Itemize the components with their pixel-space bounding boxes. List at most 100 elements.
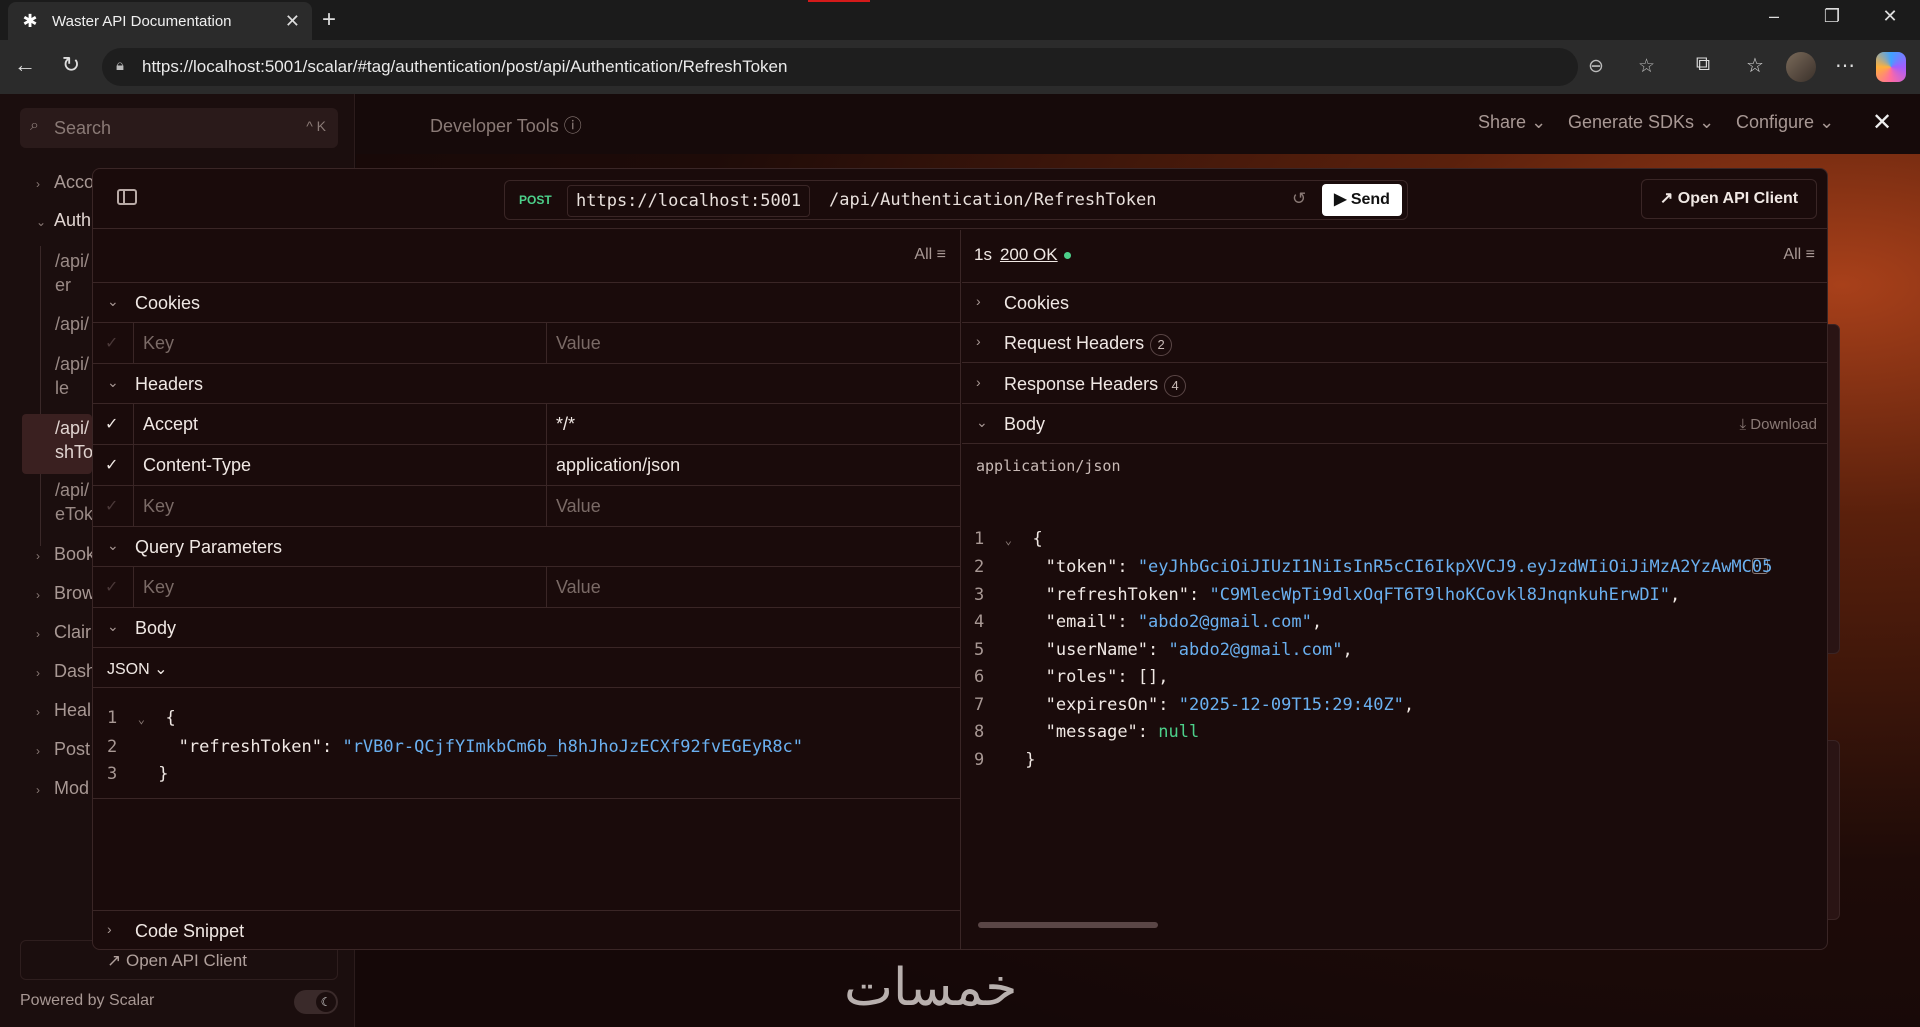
sidebar-item-authentication[interactable]: ⌄ Auth (36, 210, 91, 231)
header-row-empty: ✓ Key Value (93, 486, 961, 527)
generate-sdks-menu[interactable]: Generate SDKs ⌄ (1568, 112, 1714, 133)
value-input[interactable]: Value (556, 333, 601, 354)
cookies-section[interactable]: ⌄ Cookies (93, 283, 960, 323)
history-icon[interactable]: ↺ (1292, 189, 1306, 209)
query-parameters-section[interactable]: ⌄ Query Parameters (93, 527, 960, 567)
search-shortcut: ^ K (306, 118, 326, 134)
fold-icon[interactable]: ⌄ (1005, 533, 1012, 547)
check-icon[interactable]: ✓ (105, 414, 118, 434)
sidebar-item-claim[interactable]: › Clair (36, 622, 91, 643)
sidebar-item-mod[interactable]: › Mod (36, 778, 89, 799)
chevron-right-icon: › (36, 666, 40, 680)
download-button[interactable]: ⤓ Download (1739, 416, 1817, 433)
header-key[interactable]: Accept (143, 414, 198, 435)
share-menu[interactable]: Share ⌄ (1478, 112, 1546, 133)
response-status-bar: 1s 200 OK All ≡ (962, 230, 1827, 283)
favorite-star-icon[interactable]: ☆ (1638, 55, 1655, 78)
server-selector[interactable]: https://localhost:5001 (567, 185, 811, 217)
key-input[interactable]: Key (143, 333, 174, 354)
sidebar-endpoint-3[interactable]: /api/le (55, 352, 89, 400)
header-key[interactable]: Content-Type (143, 455, 251, 476)
sidebar-toggle-icon[interactable] (117, 189, 137, 205)
body-format-bar: JSON ⌄ (93, 648, 960, 688)
request-body-editor[interactable]: 1 ⌄ {2 "refreshToken": "rVB0r-QCjfYImkbC… (107, 705, 803, 789)
open-api-client-button[interactable]: ↗ Open API Client (1641, 179, 1817, 219)
http-method[interactable]: POST (519, 193, 552, 207)
sidebar-item-browse[interactable]: › Brow (36, 583, 95, 604)
reload-icon[interactable]: ↻ (56, 52, 86, 78)
browser-tab-bar: ✱ Waster API Documentation ✕ + – ❐ ✕ (0, 0, 1920, 40)
response-body-section[interactable]: ⌄ Body ⤓ Download (962, 404, 1827, 444)
request-address-bar: POST https://localhost:5001 /api/Authent… (504, 180, 1408, 220)
status-dot (1063, 252, 1071, 260)
chevron-right-icon: › (36, 783, 40, 797)
theme-toggle[interactable]: ☾ (294, 990, 338, 1014)
tab-title: Waster API Documentation (52, 12, 232, 30)
chevron-right-icon: › (107, 921, 112, 937)
response-body-viewer[interactable]: 1 ⌄ {2 "token": "eyJhbGciOiJIUzI1NiIsInR… (962, 498, 1827, 918)
request-path-input[interactable]: /api/Authentication/RefreshToken (829, 190, 1157, 210)
close-tab-icon[interactable]: ✕ (285, 11, 300, 32)
body-section[interactable]: ⌄ Body (93, 608, 960, 648)
new-tab-icon[interactable]: + (322, 6, 336, 34)
check-icon[interactable]: ✓ (105, 455, 118, 475)
header-value[interactable]: */* (556, 414, 575, 435)
address-toolbar: ← ↻ 🔒︎ https://localhost:5001/scalar/#ta… (0, 40, 1920, 94)
restore-icon[interactable]: ❐ (1812, 6, 1852, 27)
search-icon: ⌕ (30, 117, 39, 134)
chevron-down-icon: ⌄ (1699, 112, 1715, 132)
more-menu-icon[interactable]: ⋯ (1830, 53, 1860, 78)
browser-tab[interactable]: ✱ Waster API Documentation ✕ (8, 2, 312, 40)
value-input[interactable]: Value (556, 496, 601, 517)
configure-menu[interactable]: Configure ⌄ (1736, 112, 1834, 133)
code-snippet-section[interactable]: › Code Snippet (93, 910, 960, 949)
reader-icon[interactable]: ⊖ (1588, 55, 1604, 78)
sidebar-item-dashboard[interactable]: › Dash (36, 661, 96, 682)
sidebar-item-health[interactable]: › Heal (36, 700, 91, 721)
request-filter[interactable]: All ≡ (914, 246, 946, 264)
profile-avatar[interactable] (1786, 52, 1816, 82)
sidebar-item-book[interactable]: › Book (36, 544, 95, 565)
chevron-right-icon: › (36, 177, 40, 191)
request-panel: All ≡ ⌄ Cookies ✓ Key Value ⌄ Headers ✓ … (93, 230, 961, 949)
back-icon[interactable]: ← (10, 52, 40, 78)
scrollbar-thumb[interactable] (978, 922, 1158, 928)
key-input[interactable]: Key (143, 577, 174, 598)
fold-icon[interactable]: ⌄ (138, 712, 145, 726)
request-headers-section[interactable]: › Request Headers 2 (962, 323, 1827, 363)
query-row-empty: ✓ Key Value (93, 567, 961, 608)
sidebar-item-account[interactable]: › Acco (36, 172, 94, 193)
search-input[interactable]: ⌕ Search ^ K (20, 108, 338, 148)
header-value[interactable]: application/json (556, 455, 680, 476)
sidebar-endpoint-1[interactable]: /api/er (55, 249, 89, 297)
extensions-icon[interactable]: ⧉ (1688, 53, 1718, 76)
headers-section[interactable]: ⌄ Headers (93, 364, 960, 404)
send-button[interactable]: ▶ Send (1322, 184, 1402, 216)
key-input[interactable]: Key (143, 496, 174, 517)
url-field[interactable]: 🔒︎ https://localhost:5001/scalar/#tag/au… (102, 48, 1655, 86)
sidebar-endpoint-refresh-token[interactable]: /api/shTo (55, 416, 93, 464)
sidebar-endpoint-5[interactable]: /api/eTok (55, 478, 93, 526)
favorites-icon[interactable]: ☆ (1740, 53, 1770, 78)
horizontal-scrollbar[interactable] (978, 922, 1827, 928)
header-row: ✓ Accept */* (93, 404, 961, 445)
search-placeholder: Search (54, 117, 112, 138)
response-cookies-section[interactable]: › Cookies (962, 283, 1827, 323)
response-filter[interactable]: All ≡ (1783, 246, 1815, 264)
response-content-type: application/json (976, 457, 1121, 475)
body-format-select[interactable]: JSON ⌄ (107, 659, 168, 679)
minimize-icon[interactable]: – (1754, 6, 1794, 27)
chevron-down-icon: ⌄ (107, 618, 119, 634)
check-icon[interactable]: ✓ (105, 577, 118, 597)
check-icon[interactable]: ✓ (105, 333, 118, 353)
check-icon[interactable]: ✓ (105, 496, 118, 516)
sidebar-endpoint-2[interactable]: /api/ (55, 312, 89, 336)
close-icon[interactable]: ✕ (1872, 108, 1892, 137)
sidebar-item-post[interactable]: › Post (36, 739, 90, 760)
count-badge: 4 (1164, 375, 1187, 397)
response-headers-section[interactable]: › Response Headers 4 (962, 364, 1827, 404)
copilot-icon[interactable] (1876, 52, 1906, 82)
tree-guide-line (40, 246, 41, 546)
close-window-icon[interactable]: ✕ (1870, 6, 1910, 27)
value-input[interactable]: Value (556, 577, 601, 598)
